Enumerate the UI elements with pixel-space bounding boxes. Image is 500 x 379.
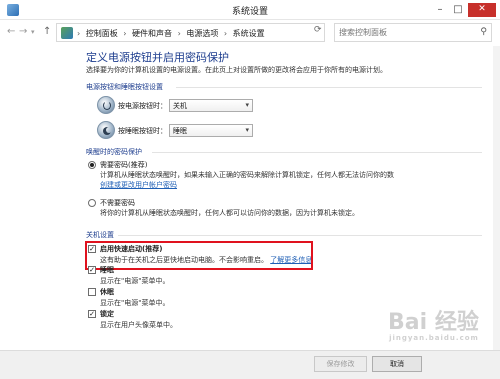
minimize-button[interactable]: –	[432, 3, 448, 17]
forward-arrow-icon[interactable]: →	[19, 26, 27, 37]
power-button-icon	[97, 96, 115, 114]
section-title-buttons: 电源按钮和睡眠按钮设置	[86, 82, 163, 92]
breadcrumb-hardware-sound[interactable]: 硬件和声音	[132, 29, 172, 38]
title-bar: 系统设置 – □ ✕	[0, 0, 500, 20]
sleep-button-icon	[97, 121, 115, 139]
hibernate-option-description: 显示在"电源"菜单中。	[100, 299, 170, 307]
address-row: ← → ▾ ↑ › 控制面板 › 硬件和声音 › 电源选项 › 系统设置 ⟳ ⚲	[0, 20, 500, 46]
no-password-radio[interactable]	[88, 199, 96, 207]
breadcrumb-separator: ›	[177, 29, 181, 38]
create-password-link[interactable]: 创建或更改用户帐户密码	[100, 180, 177, 190]
chevron-down-icon: ▾	[245, 126, 249, 134]
power-button-action-select[interactable]: 关机 ▾	[169, 99, 253, 112]
section-title-buttons-text: 电源按钮和睡眠按钮设置	[86, 83, 163, 91]
lock-option-description: 显示在用户头像菜单中。	[100, 321, 177, 329]
breadcrumb-separator: ›	[77, 29, 81, 38]
breadcrumb-system-settings[interactable]: 系统设置	[233, 29, 265, 38]
address-bar[interactable]: › 控制面板 › 硬件和声音 › 电源选项 › 系统设置	[56, 23, 325, 42]
lock-checkbox[interactable]: ✓	[88, 310, 96, 318]
require-password-description: 计算机从睡眠状态唤醒时，如果未输入正确的密码来解除计算机锁定，任何人都无法访问你…	[100, 171, 394, 179]
search-input[interactable]	[339, 26, 474, 39]
back-arrow-icon[interactable]: ←	[7, 26, 15, 37]
control-panel-icon	[61, 27, 73, 39]
close-button[interactable]: ✕	[468, 3, 496, 17]
page-description: 选择要为你的计算机设置的电源设置。在此页上对设置所做的更改将会应用于你所有的电源…	[86, 66, 387, 74]
breadcrumb-separator: ›	[123, 29, 127, 38]
annotation-highlight-box	[85, 241, 313, 270]
lock-option-title[interactable]: 锁定	[100, 309, 114, 319]
require-password-radio[interactable]	[88, 161, 96, 169]
section-title-shutdown: 关机设置	[86, 230, 114, 240]
breadcrumb-separator: ›	[223, 29, 228, 38]
search-box[interactable]: ⚲	[334, 23, 492, 42]
sleep-button-action-value: 睡眠	[173, 127, 187, 135]
sleep-button-label: 按睡眠按钮时：	[118, 127, 167, 135]
refresh-icon[interactable]: ⟳	[314, 25, 322, 35]
baidu-jingyan-watermark: Bai 经验 jingyan.baidu.com	[388, 304, 479, 342]
window-title: 系统设置	[231, 7, 268, 17]
power-button-action-value: 关机	[173, 102, 187, 110]
chevron-down-icon: ▾	[245, 101, 249, 109]
hibernate-option-title[interactable]: 休眠	[100, 287, 114, 297]
footer-bar: 保存修改 取消	[0, 350, 500, 379]
require-password-title[interactable]: 需要密码(推荐)	[100, 160, 147, 170]
no-password-title[interactable]: 不需要密码	[100, 198, 135, 208]
hibernate-checkbox[interactable]	[88, 288, 96, 296]
maximize-button[interactable]: □	[450, 3, 466, 17]
page-title: 定义电源按钮并启用密码保护	[86, 51, 229, 64]
section-title-wake-password-text: 唤醒时的密码保护	[86, 148, 142, 156]
breadcrumb-control-panel[interactable]: 控制面板	[86, 29, 118, 38]
power-button-label: 按电源按钮时：	[118, 102, 167, 110]
watermark-text: Bai 经验	[388, 310, 479, 335]
sleep-checkbox[interactable]: ✓	[88, 266, 96, 274]
sleep-button-action-select[interactable]: 睡眠 ▾	[169, 124, 253, 137]
up-arrow-icon[interactable]: ↑	[43, 26, 51, 37]
sleep-option-description: 显示在"电源"菜单中。	[100, 277, 170, 285]
no-password-description: 将你的计算机从睡眠状态唤醒时，任何人都可以访问你的数据，因为计算机未锁定。	[100, 209, 359, 217]
breadcrumb-power-options[interactable]: 电源选项	[186, 29, 218, 38]
breadcrumb: › 控制面板 › 硬件和声音 › 电源选项 › 系统设置	[77, 28, 268, 39]
scrollbar[interactable]	[493, 46, 500, 350]
sleep-option-title[interactable]: 睡眠	[100, 265, 114, 275]
section-title-shutdown-text: 关机设置	[86, 231, 114, 239]
save-changes-button[interactable]: 保存修改	[314, 356, 367, 372]
search-icon[interactable]: ⚲	[480, 27, 487, 37]
section-divider	[152, 152, 482, 153]
watermark-url: jingyan.baidu.com	[389, 334, 479, 342]
cancel-button[interactable]: 取消	[372, 356, 422, 372]
recent-pages-chevron-icon[interactable]: ▾	[31, 28, 35, 36]
section-divider	[176, 87, 482, 88]
section-divider	[118, 235, 482, 236]
section-title-wake-password: 唤醒时的密码保护	[86, 147, 142, 157]
